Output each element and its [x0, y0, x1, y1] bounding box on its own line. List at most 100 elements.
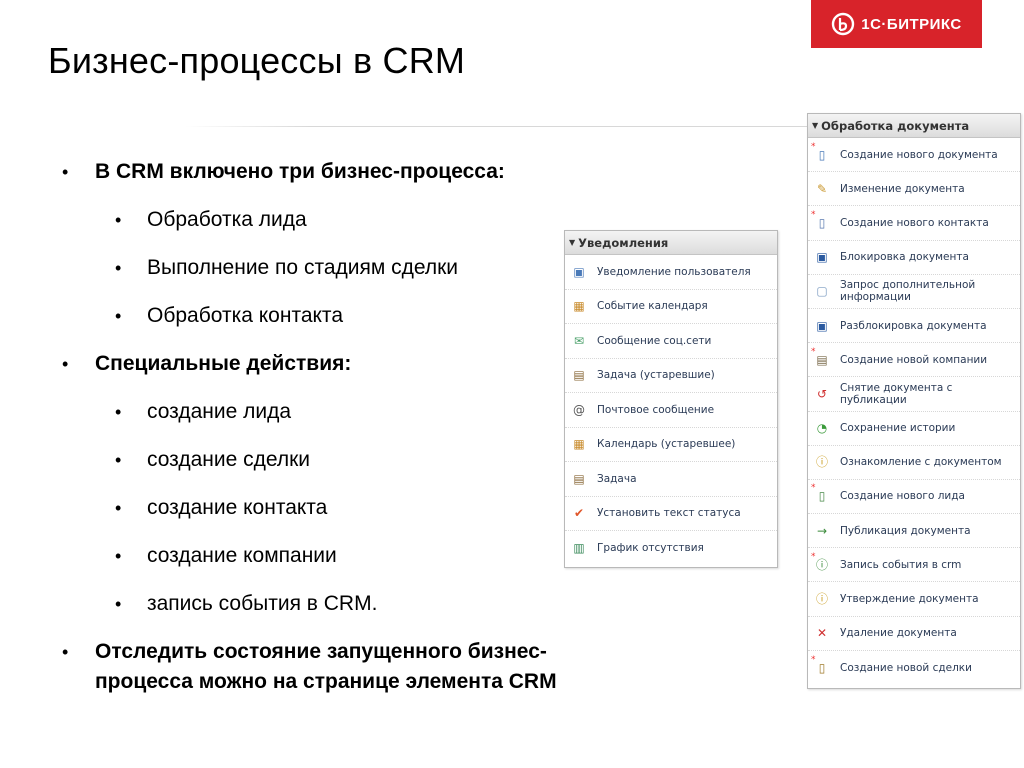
item-label: Разблокировка документа [840, 320, 987, 332]
item-label: Публикация документа [840, 525, 971, 537]
notification-action-item[interactable]: @ Почтовое сообщение [565, 393, 777, 428]
delete-document-icon: ✕ [816, 626, 828, 641]
item-label: Утверждение документа [840, 593, 979, 605]
item-label: Событие календаря [597, 300, 708, 312]
item-label-text: Календарь (устаревшее) [597, 438, 736, 451]
bullet-marker: • [115, 546, 122, 566]
item-label: Запрос дополнительной информации [840, 279, 975, 303]
item-label: Удаление документа [840, 627, 957, 639]
item-label-text: Запись события в crm [840, 558, 962, 571]
bullet-marker: • [115, 450, 122, 470]
request-info-icon: ▢ [816, 284, 828, 299]
notification-action-item[interactable]: ✉ Сообщение соц.сети [565, 324, 777, 359]
notifications-panel-header[interactable]: ▼ Уведомления [565, 231, 777, 255]
item-label: Создание новой компании [840, 354, 987, 366]
bullet-marker: • [115, 258, 122, 278]
item-label-text: Установить текст статуса [597, 507, 741, 520]
document-processing-panel: ▼ Обработка документа ▯ * Создание нового … [807, 113, 1021, 689]
edit-document-icon: ✎ [816, 181, 828, 196]
document-action-item[interactable]: ▣ Блокировка документа [808, 241, 1020, 275]
notification-action-item[interactable]: ▤ Задача (устаревшие) [565, 359, 777, 393]
item-label: Создание нового документа [840, 149, 998, 161]
document-action-item[interactable]: ▢ Запрос дополнительной информации [808, 275, 1020, 309]
item-label-text: Ознакомление с документом [840, 456, 1002, 469]
notification-action-item[interactable]: ▥ График отсутствия [565, 531, 777, 566]
bullet-marker: • [62, 354, 69, 374]
new-star-icon: * [811, 483, 816, 494]
document-action-item[interactable]: ✎ Изменение документа [808, 172, 1020, 207]
bullet-sub-item: создание лида [147, 400, 292, 423]
item-label: График отсутствия [597, 542, 704, 554]
chat-icon: ✉ [573, 333, 585, 348]
item-label-text: Событие календаря [597, 300, 708, 313]
notification-action-item[interactable]: ✔ Установить текст статуса [565, 497, 777, 531]
task-icon: ▤ [573, 471, 585, 486]
item-label-text: Сохранение истории [840, 422, 956, 435]
bullet-marker: • [115, 402, 122, 422]
bullet-marker: • [115, 498, 122, 518]
item-label-text: Запрос дополнительной [840, 279, 976, 292]
publish-document-icon: → [816, 523, 828, 538]
document-action-item[interactable]: ▣ Разблокировка документа [808, 309, 1020, 344]
notification-action-item[interactable]: ▤ Задача [565, 462, 777, 497]
item-label: Почтовое сообщение [597, 404, 714, 416]
item-label-text: Создание нового лида [840, 490, 965, 503]
document-action-item[interactable]: ◔ Сохранение истории [808, 412, 1020, 446]
bullet-main-processes: В CRM включено три бизнес-процесса: [95, 160, 505, 183]
item-label: Запись события в crm [840, 559, 961, 571]
document-action-item[interactable]: ⓘ Утверждение документа [808, 582, 1020, 617]
bullet-sub-item: создание сделки [147, 448, 311, 471]
bullet-sub-item: Выполнение по стадиям сделки [147, 256, 459, 279]
new-star-icon: * [811, 346, 816, 357]
unpublish-document-icon: ↺ [816, 386, 828, 401]
schedule-icon: ▥ [573, 541, 585, 556]
bullet-sub-item: Обработка контакта [147, 304, 343, 327]
document-action-item[interactable]: ✕ Удаление документа [808, 617, 1020, 651]
bullet-marker: • [62, 162, 69, 182]
item-label-text: Сообщение соц.сети [597, 334, 712, 347]
item-label-text-line2: информации [840, 291, 911, 304]
item-label-text: Задача [597, 472, 637, 485]
checkmark-icon: ✔ [573, 506, 585, 521]
approve-document-icon: ⓘ [815, 592, 828, 607]
bullet-sub-item: Обработка лида [147, 208, 307, 231]
notifications-panel: ▼ Уведомления ▣ Уведомление пользователя ▦… [564, 230, 778, 568]
notification-action-item[interactable]: ▦ Событие календаря [565, 290, 777, 324]
history-icon: ◔ [816, 421, 828, 436]
bullet-main-tracking-line2: процесса можно на странице элемента CRM [95, 670, 557, 693]
item-label-text: Создание нового документа [840, 148, 998, 161]
lock-document-icon: ▣ [816, 250, 828, 265]
document-action-item[interactable]: ↺ Снятие документа с публикации [808, 377, 1020, 412]
document-panel-header[interactable]: ▼ Обработка документа [808, 114, 1020, 138]
new-lead-icon: ▯ * [811, 483, 826, 504]
document-action-item[interactable]: → Публикация документа [808, 514, 1020, 549]
document-action-item[interactable]: ▯ * Создание нового документа [808, 138, 1020, 173]
notification-action-item[interactable]: ▦ Календарь (устаревшее) [565, 428, 777, 462]
page-title: Бизнес-процессы в CRM [48, 40, 466, 81]
item-label-text: Блокировка документа [840, 251, 969, 264]
document-action-item[interactable]: ▤ * Создание новой компании [808, 343, 1020, 378]
item-label-text: График отсутствия [597, 542, 704, 555]
notification-action-item[interactable]: ▣ Уведомление пользователя [565, 255, 777, 290]
bullet-sub-item: создание контакта [147, 496, 328, 519]
item-label: Задача (устаревшие) [597, 369, 715, 381]
bitrix-logo: 1С·БИТРИКС [811, 0, 982, 48]
document-action-item[interactable]: ▯ * Создание новой сделки [808, 651, 1020, 685]
document-action-item[interactable]: ▯ * Создание нового лида [808, 480, 1020, 515]
document-action-item[interactable]: ⓘ * Запись события в crm [808, 548, 1020, 583]
new-deal-icon: ▯ * [811, 654, 826, 675]
bullet-main-actions: Специальные действия: [95, 352, 352, 375]
calendar-icon: ▦ [573, 437, 585, 452]
item-label: Блокировка документа [840, 251, 969, 263]
item-label-text: Уведомление пользователя [597, 265, 751, 278]
task-icon: ▤ [573, 368, 585, 383]
mail-icon: @ [573, 402, 585, 417]
document-action-item[interactable]: ▯ * Создание нового контакта [808, 206, 1020, 241]
bullet-marker: • [62, 642, 69, 662]
item-label-text: Разблокировка документа [840, 319, 987, 332]
bullet-marker: • [115, 594, 122, 614]
item-label: Создание новой сделки [840, 662, 972, 674]
bullet-sub-item: запись события в CRM. [147, 592, 378, 615]
document-action-item[interactable]: ⓘ Ознакомление с документом [808, 446, 1020, 480]
item-label: Ознакомление с документом [840, 456, 1002, 468]
